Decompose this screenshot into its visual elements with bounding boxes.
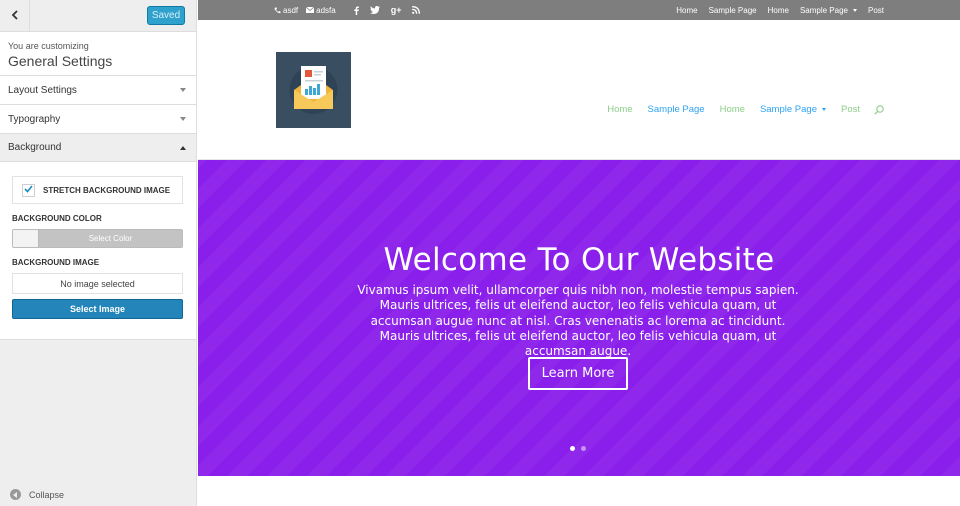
main-nav-sample-page-dropdown[interactable]: Sample Page [760, 104, 826, 115]
top-nav-home[interactable]: Home [676, 6, 697, 15]
top-nav-sample-page[interactable]: Sample Page [709, 6, 757, 15]
section-typography[interactable]: Typography [0, 105, 196, 134]
section-label: Typography [8, 113, 61, 125]
main-nav-post[interactable]: Post [841, 104, 860, 115]
top-nav-home-2[interactable]: Home [768, 6, 789, 15]
checkmark-icon [24, 185, 33, 195]
background-image-title: BACKGROUND IMAGE [12, 258, 100, 267]
section-background[interactable]: Background [0, 134, 196, 162]
site-logo[interactable] [276, 52, 351, 128]
chevron-down-icon [821, 108, 826, 111]
rss-icon[interactable] [412, 6, 421, 14]
customizing-info: You are customizing General Settings [0, 32, 196, 76]
main-nav-label: Sample Page [759, 104, 817, 115]
stretch-background-label: STRETCH BACKGROUND IMAGE [43, 185, 171, 195]
chevron-left-icon [11, 7, 19, 25]
section-layout-settings[interactable]: Layout Settings [0, 76, 196, 105]
slider-pagination [570, 446, 592, 451]
top-nav-label: Sample Page [799, 5, 848, 15]
email-info: adsfa [306, 6, 336, 15]
background-color-picker[interactable]: Select Color [12, 229, 183, 248]
background-color-title: BACKGROUND COLOR [12, 214, 102, 223]
stretch-background-checkbox[interactable] [22, 183, 35, 197]
facebook-icon[interactable] [354, 6, 359, 15]
main-nav-home-2[interactable]: Home [720, 104, 745, 115]
hero-title: Welcome To Our Website [383, 242, 775, 278]
phone-info: asdf [274, 6, 298, 15]
slider-dot-2[interactable] [581, 446, 586, 451]
top-nav-sample-page-dropdown[interactable]: Sample Page [800, 6, 857, 15]
chevron-down-icon [852, 8, 857, 12]
stretch-background-option: STRETCH BACKGROUND IMAGE [12, 176, 183, 204]
top-contact: asdf adsfa g+ [274, 0, 431, 20]
select-color-button[interactable]: Select Color [39, 230, 182, 247]
customizing-label: You are customizing [8, 41, 89, 51]
collapse-button[interactable]: Collapse [10, 489, 64, 500]
slider-dot-1[interactable] [570, 446, 575, 451]
main-nav: Home Sample Page Home Sample Page Post [592, 104, 884, 115]
top-nav-post[interactable]: Post [868, 6, 884, 15]
customizer-sidebar: Saved You are customizing General Settin… [0, 0, 197, 506]
main-nav-home[interactable]: Home [607, 104, 632, 115]
main-nav-sample-page[interactable]: Sample Page [648, 104, 705, 115]
select-image-button[interactable]: Select Image [12, 299, 183, 319]
twitter-icon[interactable] [369, 6, 380, 14]
back-button[interactable] [0, 0, 30, 31]
color-swatch[interactable] [13, 230, 39, 247]
phone-text: asdf [283, 5, 299, 15]
saved-button[interactable]: Saved [147, 6, 185, 25]
learn-more-button[interactable]: Learn More [528, 357, 628, 390]
email-text: adsfa [316, 5, 336, 15]
hero-slider: Welcome To Our Website Vivamus ipsum vel… [198, 160, 960, 476]
collapse-label: Collapse [29, 489, 65, 500]
section-label: Layout Settings [8, 84, 77, 96]
section-label: Background [8, 142, 62, 153]
hero-text: Vivamus ipsum velit, ullamcorper quis ni… [357, 283, 799, 359]
search-icon[interactable] [874, 104, 884, 115]
email-icon [306, 7, 315, 13]
main-header: Home Sample Page Home Sample Page Post [198, 20, 960, 160]
top-nav: Home Sample Page Home Sample Page Post [665, 0, 884, 20]
triangle-down-icon [180, 88, 186, 92]
collapse-icon [10, 489, 21, 500]
customizing-title: General Settings [8, 53, 113, 69]
google-plus-icon[interactable]: g+ [391, 5, 402, 15]
no-image-placeholder: No image selected [12, 273, 183, 294]
top-bar: asdf adsfa g+ Home Sample Page Home Samp… [198, 0, 960, 20]
site-preview: asdf adsfa g+ Home Sample Page Home Samp… [198, 0, 960, 506]
triangle-up-icon [180, 145, 186, 150]
background-panel: STRETCH BACKGROUND IMAGE BACKGROUND COLO… [0, 162, 196, 340]
phone-icon [274, 7, 281, 14]
customizer-header: Saved [0, 0, 196, 32]
triangle-down-icon [180, 117, 186, 121]
